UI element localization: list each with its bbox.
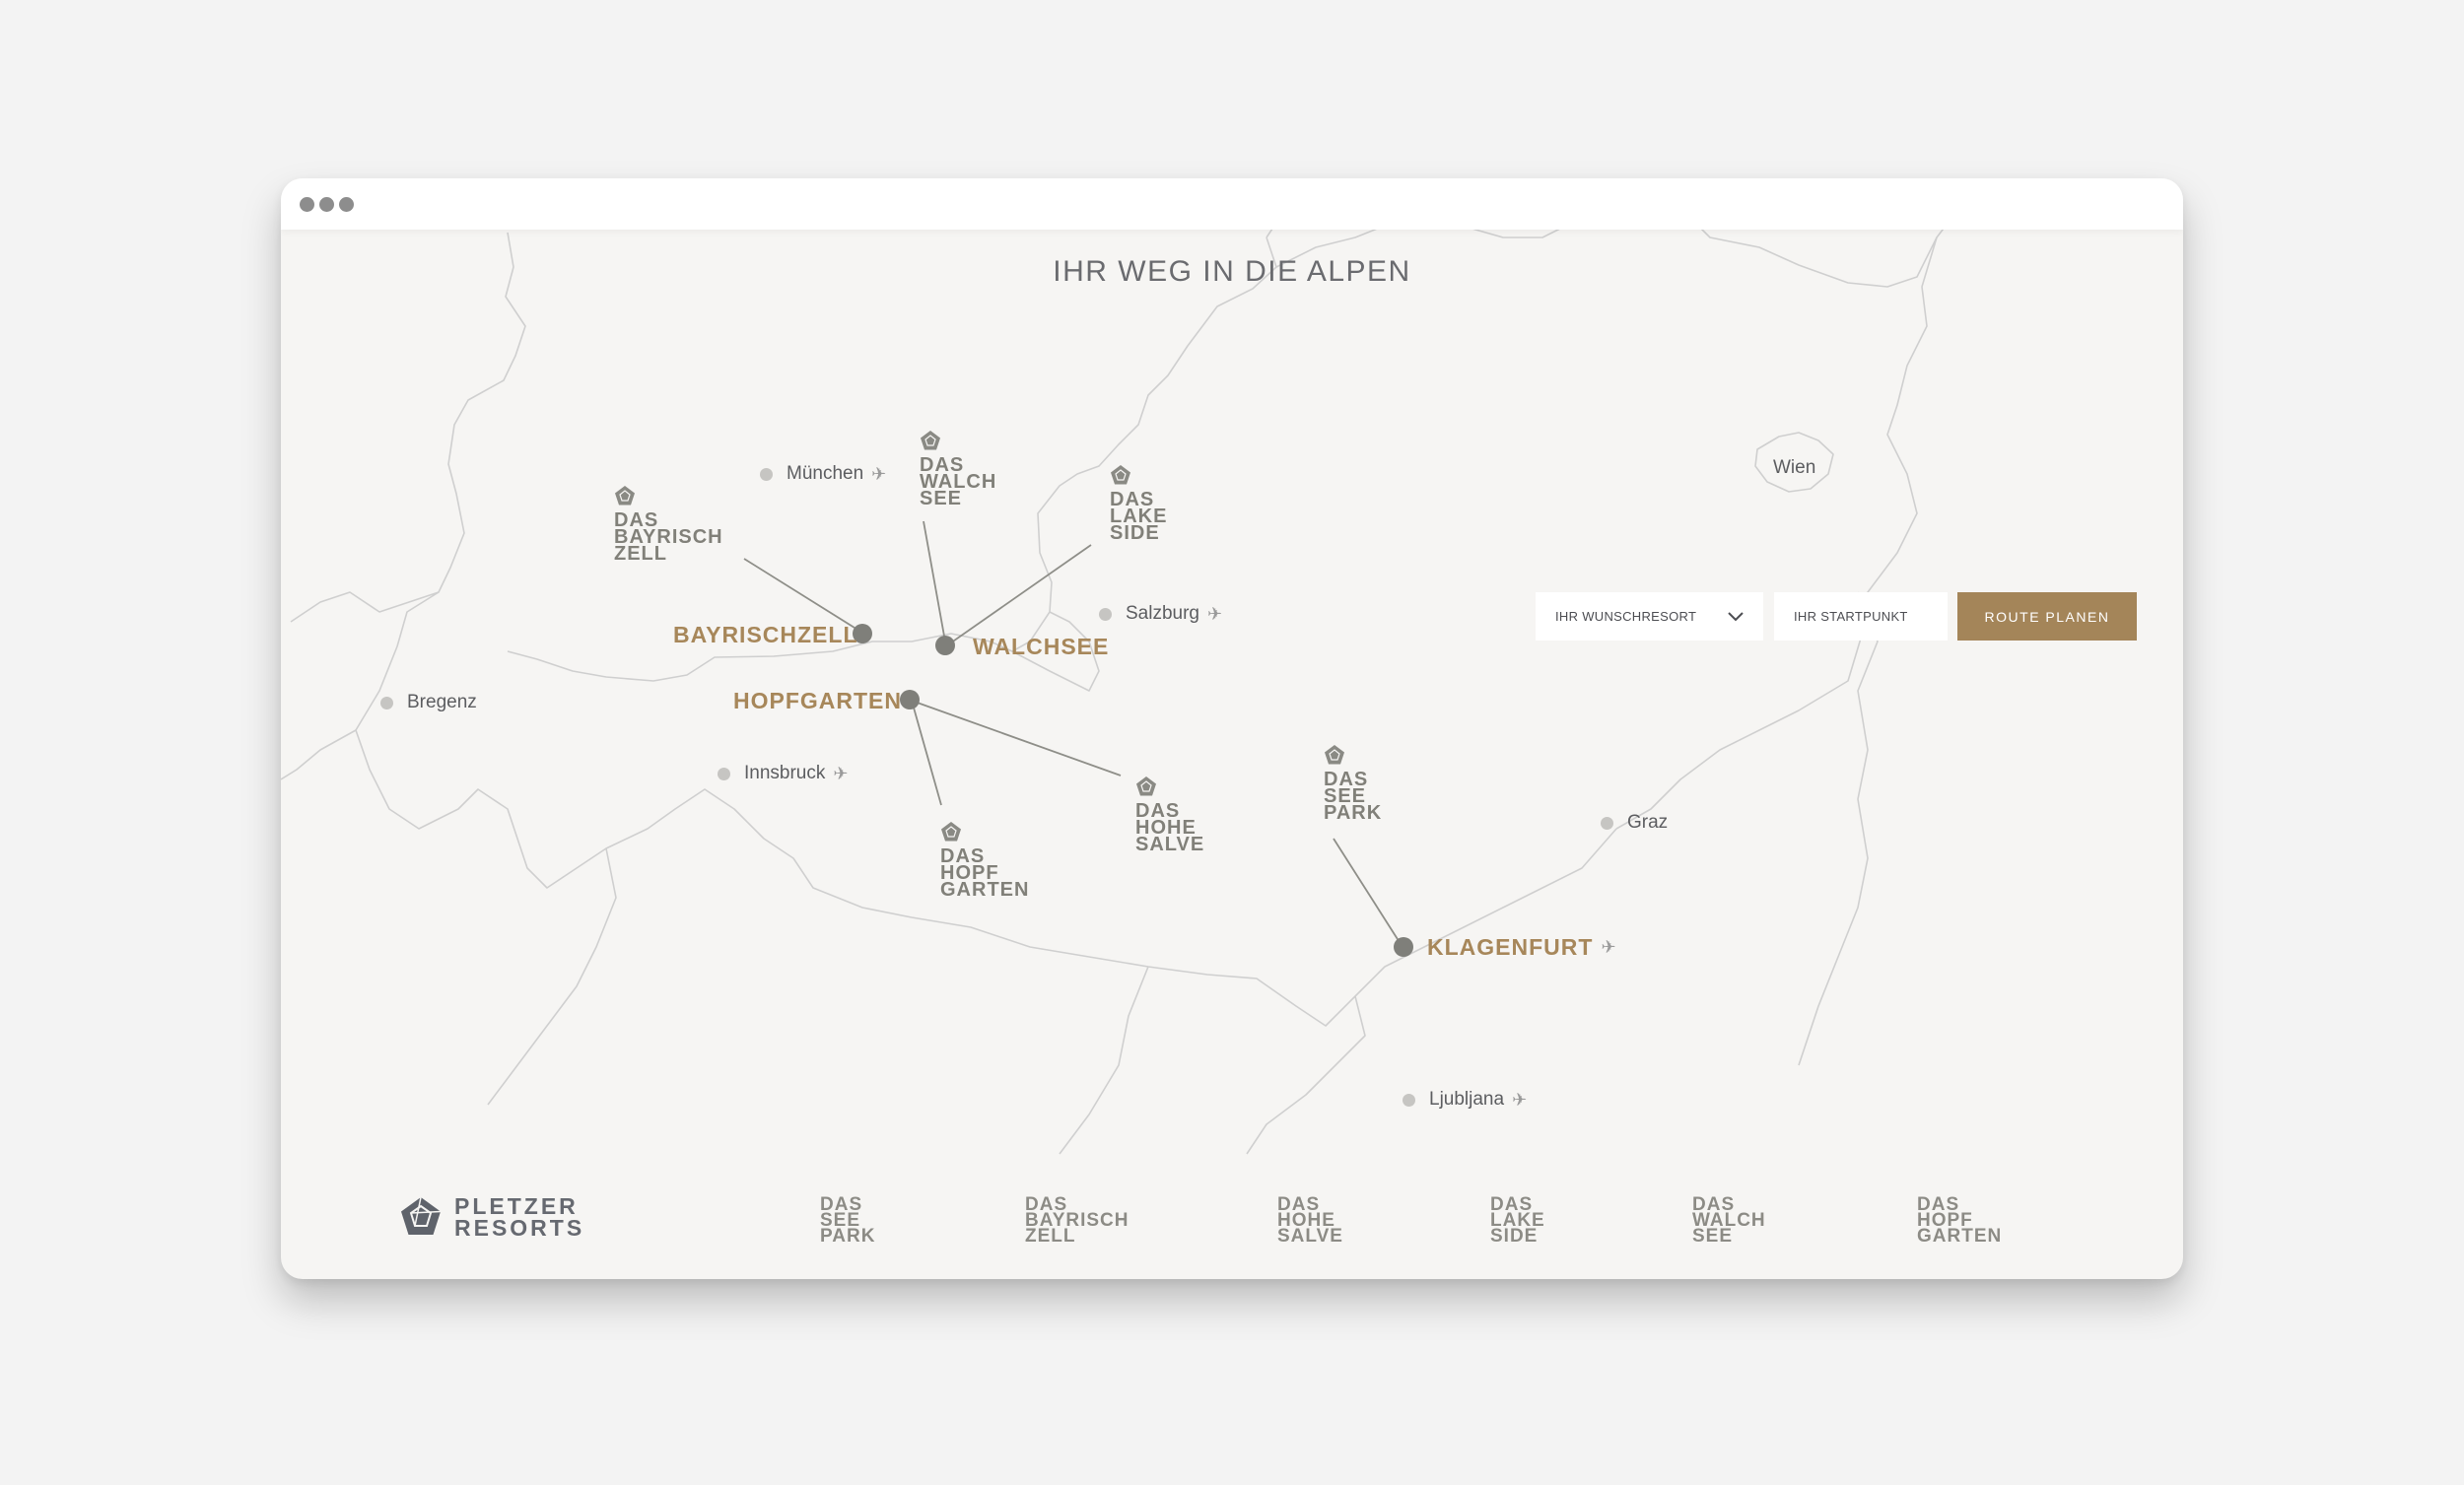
resort-das-hopf-garten[interactable]: DAS HOPF GARTEN [940,821,1030,901]
brand-line: PLETZER [454,1193,579,1219]
footer-link-hopf-garten[interactable]: DAS HOPF GARTEN [1917,1195,2003,1247]
city-label: Bregenz [407,692,477,712]
footer-link-line: GARTEN [1917,1226,2003,1247]
footer-link-hohe-salve[interactable]: DAS HOHE SALVE [1277,1195,1343,1247]
connector-lakeside [946,544,1092,646]
city-graz[interactable]: Graz [1601,812,1668,834]
map-title: IHR WEG IN DIE ALPEN [1053,255,1411,288]
footer-link-line: ZELL [1025,1226,1076,1247]
pentagon-logo-icon [1325,745,1344,765]
plane-icon: ✈ [871,463,887,484]
connector-seepark [1333,838,1403,948]
brand-logo[interactable]: PLETZER RESORTS [399,1193,585,1241]
route-planner-form: IHR WUNSCHRESORT ROUTE PLANEN [1536,592,2137,641]
resort-select[interactable]: IHR WUNSCHRESORT [1536,592,1763,641]
location-bayrischzell[interactable]: BAYRISCHZELL [673,622,858,648]
window-close-dot[interactable] [300,197,314,212]
pentagon-logo-icon [941,822,961,842]
marker-walchsee[interactable] [935,636,955,655]
resort-line: ZELL [614,543,667,565]
border-slovenia [1246,995,1366,1155]
city-wien[interactable]: Wien [1773,457,1815,479]
city-label: Graz [1627,812,1669,833]
border-hungary [1798,591,1879,1066]
footer-link-walch-see[interactable]: DAS WALCH SEE [1692,1195,1766,1247]
connector-hopfgarten [911,700,942,806]
map-canvas [281,189,1969,1155]
resort-select-label: IHR WUNSCHRESORT [1555,609,1697,624]
border-germany-north [396,232,526,647]
resort-das-bayrisch-zell[interactable]: DAS BAYRISCH ZELL [614,485,723,565]
resort-das-see-park[interactable]: DAS SEE PARK [1324,744,1383,824]
city-ljubljana[interactable]: Ljubljana ✈ [1403,1089,1527,1111]
city-dot [1601,816,1613,830]
location-walchsee[interactable]: WALCHSEE [973,634,1109,660]
border-italy-2 [1059,966,1149,1155]
resort-line: PARK [1324,802,1383,824]
border-switzerland [281,729,357,780]
pentagon-logo-icon [615,486,635,506]
resort-das-lake-side[interactable]: DAS LAKE SIDE [1110,464,1167,544]
location-hopfgarten[interactable]: HOPFGARTEN [733,688,902,714]
resort-das-walch-see[interactable]: DAS WALCH SEE [920,430,996,509]
resort-line: SIDE [1110,522,1160,544]
city-label: Ljubljana [1429,1089,1505,1110]
start-point-input[interactable] [1774,592,1948,641]
city-muenchen[interactable]: München ✈ [760,463,886,485]
route-plan-button[interactable]: ROUTE PLANEN [1957,592,2137,641]
browser-window: IHR WEG IN DIE ALPEN München ✈ Salzburg … [281,178,2183,1279]
footer-link-line: SIDE [1490,1226,1539,1247]
city-dot [380,696,393,709]
chevron-down-icon [1728,611,1744,621]
plane-icon: ✈ [1601,937,1617,957]
brand-line: RESORTS [454,1215,585,1241]
footer-link-line: SEE [1692,1226,1734,1247]
footer-link-see-park[interactable]: DAS SEE PARK [820,1195,876,1247]
city-dot [718,767,730,780]
resort-line: GARTEN [940,879,1030,901]
plane-icon: ✈ [1207,603,1223,624]
marker-hopfgarten[interactable] [900,690,920,709]
city-dot [1099,607,1112,621]
connector-hohesalve [911,700,1122,776]
plane-icon: ✈ [1512,1089,1528,1110]
pentagon-logo-icon [921,431,940,450]
city-label: München [787,463,864,484]
window-minimize-dot[interactable] [319,197,334,212]
location-klagenfurt[interactable]: KLAGENFURT ✈ [1427,934,1617,961]
footer-link-line: SALVE [1277,1226,1343,1247]
city-innsbruck[interactable]: Innsbruck ✈ [718,763,848,784]
marker-klagenfurt[interactable] [1394,937,1413,957]
plane-icon: ✈ [833,763,849,783]
window-maximize-dot[interactable] [339,197,354,212]
pentagon-logo-icon [1111,465,1130,485]
connector-walchsee [923,520,946,642]
city-label: Innsbruck [744,763,826,783]
resort-das-hohe-salve[interactable]: DAS HOHE SALVE [1135,776,1205,855]
city-dot [1403,1093,1415,1107]
window-titlebar [281,178,2183,230]
city-label: Salzburg [1126,603,1199,624]
location-label: KLAGENFURT [1427,934,1594,960]
footer-link-lake-side[interactable]: DAS LAKE SIDE [1490,1195,1545,1247]
city-dot [760,467,773,481]
resort-line: SEE [920,488,963,509]
resort-line: SALVE [1135,834,1205,855]
footer: PLETZER RESORTS DAS SEE PARK DAS BAYRISC… [281,1174,2183,1279]
border-italy [487,847,617,1106]
border-east [1615,236,1938,830]
brand-wordmark: PLETZER RESORTS [454,1193,585,1241]
footer-link-bayrisch-zell[interactable]: DAS BAYRISCH ZELL [1025,1195,1129,1247]
footer-link-line: PARK [820,1226,876,1247]
pentagon-logo-icon [401,1196,442,1235]
city-salzburg[interactable]: Salzburg ✈ [1099,603,1222,625]
city-bregenz[interactable]: Bregenz [380,692,477,713]
pentagon-logo-icon [1136,776,1156,796]
city-label: Wien [1773,457,1816,478]
